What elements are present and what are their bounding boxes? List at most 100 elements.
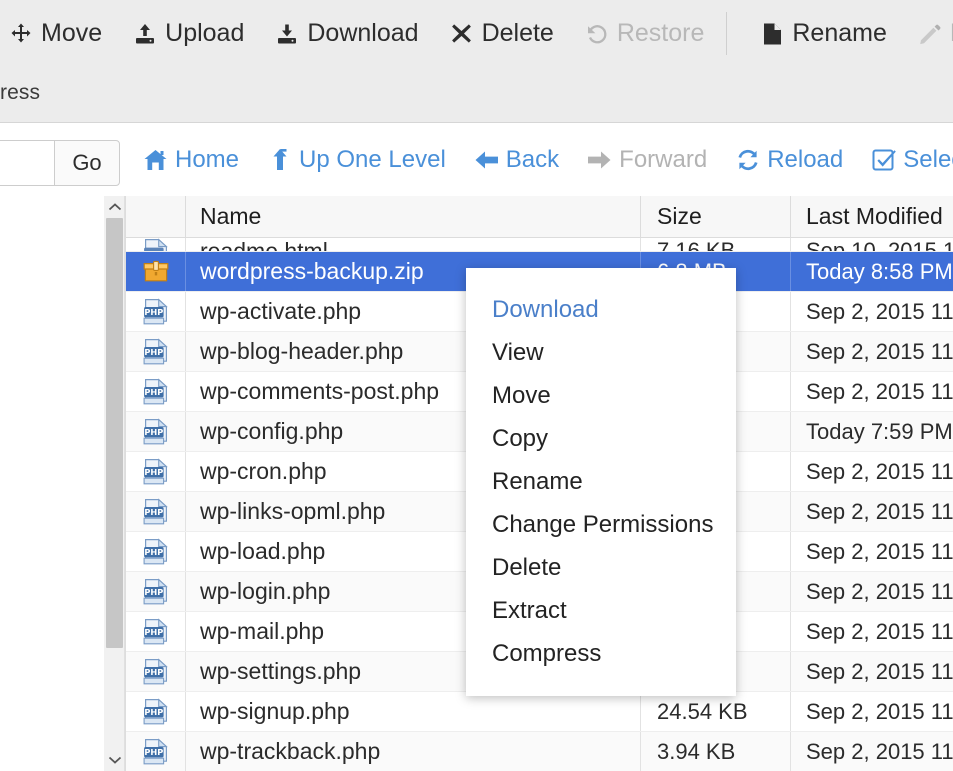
- php-file-icon: [143, 658, 169, 686]
- move-icon: [8, 21, 34, 47]
- cell-last-modified: Sep 2, 2015 11: [806, 298, 953, 324]
- context-menu-item[interactable]: Rename: [466, 460, 736, 503]
- file-icon-cell: [126, 412, 186, 451]
- nav-item-home[interactable]: Home: [143, 146, 239, 174]
- nav-item-reload[interactable]: Reload: [735, 146, 843, 174]
- rename-icon: [759, 21, 785, 47]
- toolbar-button-rename[interactable]: Rename: [759, 0, 887, 67]
- edit-icon: [917, 21, 943, 47]
- toolbar-label-restore: Restore: [616, 19, 705, 47]
- cell-last-modified: Sep 2, 2015 11: [806, 658, 953, 684]
- delete-icon: [449, 21, 475, 47]
- context-menu-item[interactable]: Delete: [466, 546, 736, 589]
- cell-last-modified: Sep 2, 2015 11: [806, 738, 953, 764]
- toolbar-label-delete: Delete: [481, 19, 554, 47]
- table-row[interactable]: wp-trackback.php 3.94 KB Sep 2, 2015 11: [126, 732, 953, 771]
- nav-item-select-all[interactable]: Select All: [871, 146, 953, 174]
- cell-file-name[interactable]: wp-trackback.php: [186, 732, 641, 771]
- file-icon-cell: [126, 652, 186, 691]
- table-row[interactable]: wp-signup.php 24.54 KB Sep 2, 2015 11: [126, 692, 953, 732]
- context-menu-item[interactable]: Change Permissions: [466, 503, 736, 546]
- toolbar-button-edit: Edit: [917, 0, 953, 67]
- nav-label-select-all: Select All: [903, 146, 953, 173]
- nav-label-home: Home: [175, 146, 240, 173]
- nav-label-reload: Reload: [767, 146, 844, 173]
- cell-file-size: 3.94 KB: [641, 732, 791, 771]
- toolbar-label-move: Move: [41, 19, 103, 47]
- arrow-right-icon: [587, 148, 612, 173]
- context-menu-item[interactable]: Copy: [466, 417, 736, 460]
- php-file-icon: [143, 618, 169, 646]
- cell-last-modified: Today 7:59 PM: [806, 418, 953, 444]
- vertical-scrollbar[interactable]: [104, 196, 125, 771]
- nav-label-up-one-level: Up One Level: [299, 146, 446, 173]
- breadcrumb: ress: [0, 81, 41, 104]
- php-file-icon: [143, 378, 169, 406]
- cell-file-size: 7.16 KB: [641, 238, 791, 251]
- column-header-size[interactable]: Size: [641, 196, 791, 237]
- table-header-row: Name Size Last Modified: [126, 196, 953, 238]
- cell-file-name[interactable]: wp-signup.php: [186, 692, 641, 731]
- toolbar-button-move[interactable]: Move: [8, 0, 102, 67]
- toolbar-label-upload: Upload: [165, 19, 245, 47]
- cell-file-name[interactable]: readme.html: [186, 238, 641, 251]
- nav-label-back: Back: [505, 146, 560, 173]
- go-button[interactable]: Go: [54, 140, 120, 186]
- nav-label-forward: Forward: [619, 146, 708, 173]
- toolbar-button-download[interactable]: Download: [274, 0, 419, 67]
- toolbar-button-upload[interactable]: Upload: [132, 0, 244, 67]
- column-header-name[interactable]: Name: [186, 196, 641, 237]
- cell-last-modified: Sep 2, 2015 11: [806, 538, 953, 564]
- toolbar-label-rename: Rename: [792, 19, 887, 47]
- arrow-left-icon: [474, 148, 499, 173]
- file-icon-cell: [126, 292, 186, 331]
- file-icon-cell: [126, 492, 186, 531]
- file-icon-cell: [126, 238, 186, 251]
- cell-last-modified: Sep 2, 2015 11: [806, 498, 953, 524]
- zip-file-icon: [143, 258, 169, 286]
- table-row[interactable]: readme.html 7.16 KB Sep 10, 2015 1: [126, 238, 953, 252]
- nav-item-up-one-level[interactable]: Up One Level: [267, 146, 446, 174]
- file-icon-cell: [126, 612, 186, 651]
- up-arrow-icon: [267, 148, 292, 173]
- context-menu-item[interactable]: Move: [466, 374, 736, 417]
- file-icon-cell: [126, 252, 186, 291]
- scroll-down-arrow[interactable]: [104, 749, 125, 771]
- context-menu-item[interactable]: Download: [466, 288, 736, 331]
- top-toolbar: Move Upload Download Delete Restore Rena…: [0, 0, 953, 67]
- path-input[interactable]: [0, 140, 55, 186]
- file-icon-cell: [126, 532, 186, 571]
- context-menu-item[interactable]: View: [466, 331, 736, 374]
- php-file-icon: [143, 698, 169, 726]
- file-icon-cell: [126, 732, 186, 771]
- php-file-icon: [143, 498, 169, 526]
- restore-icon: [584, 21, 610, 47]
- nav-item-back[interactable]: Back: [474, 146, 559, 174]
- nav-item-forward: Forward: [587, 146, 707, 174]
- php-file-icon: [143, 538, 169, 566]
- scrollbar-thumb[interactable]: [106, 218, 123, 648]
- header-checkbox-cell: [126, 196, 186, 237]
- file-icon-cell: [126, 572, 186, 611]
- checkbox-icon: [871, 148, 896, 173]
- file-icon-cell: [126, 452, 186, 491]
- context-menu: Download View Move Copy Rename Change Permiss…: [466, 268, 736, 696]
- cell-last-modified: Today 8:58 PM: [806, 258, 953, 284]
- cell-last-modified: Sep 2, 2015 11: [806, 458, 953, 484]
- php-file-icon: [143, 298, 169, 326]
- context-menu-item[interactable]: Extract: [466, 589, 736, 632]
- context-menu-item[interactable]: Compress: [466, 632, 736, 675]
- php-file-icon: [143, 458, 169, 486]
- column-header-last-modified[interactable]: Last Modified: [791, 196, 953, 237]
- home-icon: [143, 148, 168, 173]
- scroll-up-arrow[interactable]: [104, 196, 125, 218]
- cell-last-modified: Sep 2, 2015 11: [806, 378, 953, 404]
- php-file-icon: [143, 578, 169, 606]
- toolbar-label-download: Download: [307, 19, 419, 47]
- cell-file-size: 24.54 KB: [641, 692, 791, 731]
- file-icon-cell: [126, 332, 186, 371]
- upload-icon: [132, 21, 158, 47]
- breadcrumb-strip: ress: [0, 67, 953, 123]
- toolbar-button-delete[interactable]: Delete: [449, 0, 554, 67]
- cell-last-modified: Sep 2, 2015 11: [806, 618, 953, 644]
